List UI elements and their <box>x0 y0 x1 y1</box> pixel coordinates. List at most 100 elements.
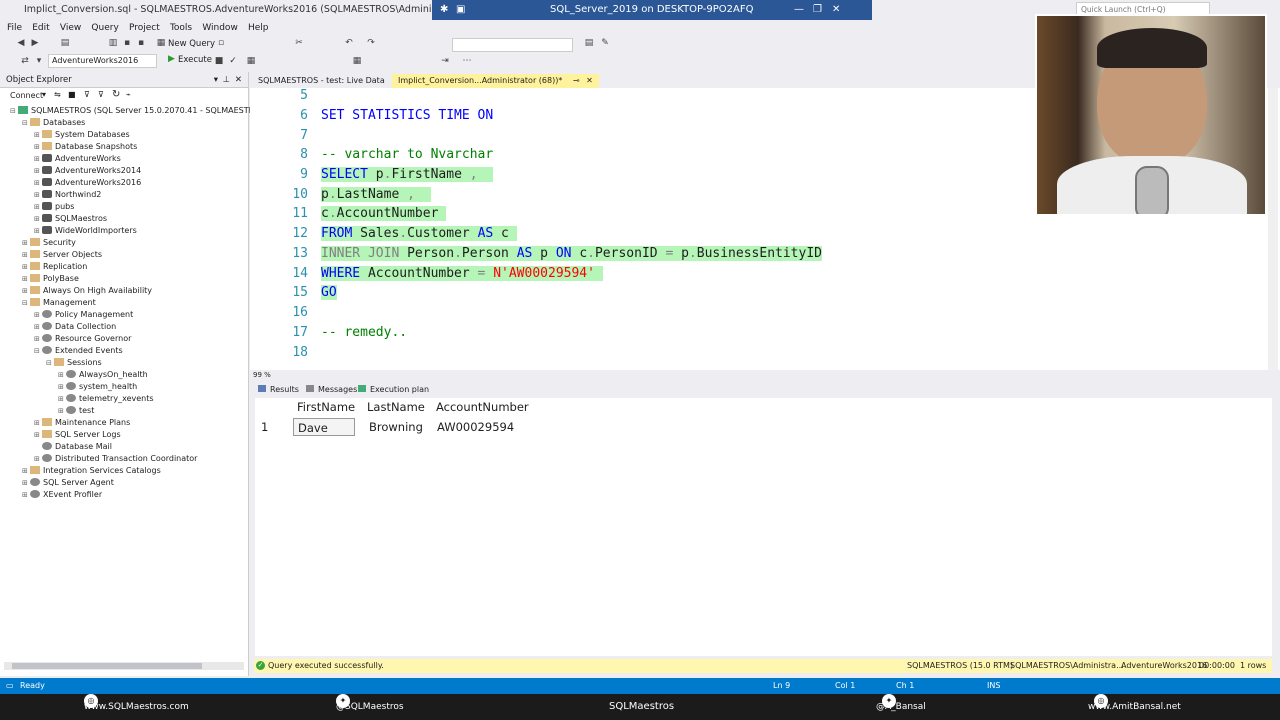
forward-icon[interactable]: ▶ <box>30 38 40 48</box>
tree-node[interactable]: ⊞ Policy Management <box>34 309 133 321</box>
tab-execution-plan[interactable]: Execution plan <box>358 383 429 397</box>
tree-node[interactable]: ⊟ Extended Events <box>34 345 123 357</box>
pin-icon[interactable]: ✱ <box>440 4 448 15</box>
change-connection-icon[interactable]: ⇄ <box>20 56 30 66</box>
expand-icon[interactable]: ⊞ <box>34 201 42 213</box>
collapse-icon[interactable]: ⊟ <box>22 297 30 309</box>
parse-icon[interactable]: ✓ <box>228 56 238 66</box>
tree-node[interactable]: ⊞ AdventureWorks2014 <box>34 165 141 177</box>
menu-edit[interactable]: Edit <box>32 20 49 36</box>
tree-node[interactable]: ⊞ Resource Governor <box>34 333 131 345</box>
column-header-firstname[interactable]: FirstName <box>297 400 355 414</box>
tree-node[interactable]: ⊞ AlwaysOn_health <box>58 369 148 381</box>
collapse-icon[interactable]: ⊟ <box>22 117 30 129</box>
indent-icon[interactable]: ⇥ <box>440 56 450 66</box>
expand-icon[interactable]: ⊞ <box>34 213 42 225</box>
expand-icon[interactable]: ⊞ <box>34 417 42 429</box>
horizontal-scrollbar[interactable] <box>4 662 244 670</box>
menu-project[interactable]: Project <box>129 20 160 36</box>
expand-icon[interactable]: ⊞ <box>34 429 42 441</box>
cut-icon[interactable]: ✂ <box>294 38 304 48</box>
tree-node[interactable]: ⊞ Integration Services Catalogs <box>22 465 161 477</box>
expand-icon[interactable]: ⊞ <box>58 369 66 381</box>
tree-node[interactable]: ⊟ Management <box>22 297 96 309</box>
tree-node[interactable]: Database Mail <box>34 441 112 453</box>
menu-query[interactable]: Query <box>91 20 118 36</box>
menu-view[interactable]: View <box>60 20 81 36</box>
expand-icon[interactable]: ⊞ <box>22 285 30 297</box>
refresh-icon[interactable]: ↻ <box>112 89 120 100</box>
menu-tools[interactable]: Tools <box>170 20 192 36</box>
tree-node[interactable]: ⊞ PolyBase <box>22 273 79 285</box>
tree-node[interactable]: ⊟ Sessions <box>46 357 102 369</box>
tab-messages[interactable]: Messages <box>306 383 357 397</box>
expand-icon[interactable]: ⊞ <box>34 177 42 189</box>
open-icon[interactable]: ▥ <box>108 38 118 48</box>
expand-icon[interactable]: ⊞ <box>22 489 30 501</box>
expand-icon[interactable]: ⊞ <box>34 309 42 321</box>
new-icon[interactable]: ▤ <box>60 38 70 48</box>
tree-node[interactable]: ⊞ SQL Server Logs <box>34 429 121 441</box>
connect-button[interactable]: Connect <box>10 91 43 100</box>
query-icon[interactable]: ▫ <box>216 38 226 48</box>
tree-node[interactable]: ⊞ pubs <box>34 201 74 213</box>
results-grid-icon[interactable]: ▦ <box>352 56 362 66</box>
tree-node[interactable]: ⊞ telemetry_xevents <box>58 393 154 405</box>
zoom-level[interactable]: 99 % <box>253 370 271 380</box>
comment-icon[interactable]: ⋯ <box>462 56 472 66</box>
filter-icon[interactable]: ⊽ <box>84 90 90 99</box>
tree-node[interactable]: ⊞ Maintenance Plans <box>34 417 130 429</box>
expand-icon[interactable]: ⊞ <box>34 129 42 141</box>
cell-firstname[interactable]: Dave <box>293 418 355 436</box>
save-all-icon[interactable]: ▪ <box>136 38 146 48</box>
tree-node[interactable]: ⊞ test <box>58 405 94 417</box>
minimize-icon[interactable]: — <box>794 4 804 15</box>
results-grid[interactable]: FirstName LastName AccountNumber 1 Dave … <box>255 398 1272 656</box>
expand-icon[interactable]: ⊞ <box>58 381 66 393</box>
expand-icon[interactable]: ⊞ <box>34 453 42 465</box>
new-query-button[interactable]: New Query <box>168 39 215 49</box>
expand-icon[interactable]: ⊞ <box>34 333 42 345</box>
expand-icon[interactable]: ⊞ <box>34 321 42 333</box>
filter-icon[interactable]: ▾ <box>34 56 44 66</box>
solution-config-combo[interactable] <box>452 38 573 52</box>
execute-button[interactable]: Execute <box>178 55 212 65</box>
collapse-icon[interactable]: ⊟ <box>46 357 54 369</box>
expand-icon[interactable]: ⊞ <box>22 273 30 285</box>
tree-node[interactable]: ⊞ System Databases <box>34 129 130 141</box>
tree-node[interactable]: ⊞ SQL Server Agent <box>22 477 114 489</box>
dropdown-icon[interactable]: ▾ <box>214 72 218 88</box>
close-tab-icon[interactable]: ✕ <box>586 76 593 85</box>
back-icon[interactable]: ◀ <box>16 38 26 48</box>
tab-results[interactable]: Results <box>258 383 299 397</box>
database-select[interactable]: AdventureWorks2016 <box>48 54 157 68</box>
tree-node[interactable]: ⊞ AdventureWorks2016 <box>34 177 141 189</box>
expand-icon[interactable]: ⊞ <box>22 237 30 249</box>
expand-icon[interactable]: ⊞ <box>34 165 42 177</box>
expand-icon[interactable]: ⊞ <box>22 249 30 261</box>
menu-help[interactable]: Help <box>248 20 269 36</box>
close-icon[interactable]: ✕ <box>832 4 840 15</box>
undo-icon[interactable]: ↶ <box>344 38 354 48</box>
menu-window[interactable]: Window <box>202 20 238 36</box>
redo-icon[interactable]: ↷ <box>366 38 376 48</box>
tab-live-data[interactable]: SQLMAESTROS - test: Live Data <box>252 74 391 88</box>
editor-vertical-scrollbar[interactable] <box>1268 88 1278 370</box>
tree-node[interactable]: ⊞ Database Snapshots <box>34 141 137 153</box>
stop-icon[interactable]: ■ <box>68 90 76 99</box>
tree-node[interactable]: ⊞ Distributed Transaction Coordinator <box>34 453 197 465</box>
tools-icon[interactable]: ✎ <box>600 38 610 48</box>
activity-monitor-icon[interactable]: ⌁ <box>126 90 131 99</box>
save-icon[interactable]: ▪ <box>122 38 132 48</box>
expand-icon[interactable]: ⊞ <box>22 465 30 477</box>
pin-panel-icon[interactable]: ⊥ <box>223 72 230 88</box>
tree-node[interactable]: ⊞ SQLMaestros <box>34 213 107 225</box>
tab-implicit-conversion[interactable]: Implict_Conversion...Administrator (68))… <box>392 74 599 88</box>
stop-icon[interactable]: ■ <box>214 56 224 66</box>
tree-node[interactable]: ⊞ AdventureWorks <box>34 153 121 165</box>
tree-node[interactable]: ⊞ Security <box>22 237 76 249</box>
tree-node[interactable]: ⊟ Databases <box>22 117 85 129</box>
expand-icon[interactable]: ⊞ <box>34 189 42 201</box>
restore-icon[interactable]: ❐ <box>813 4 822 15</box>
collapse-icon[interactable]: ⊟ <box>34 345 42 357</box>
